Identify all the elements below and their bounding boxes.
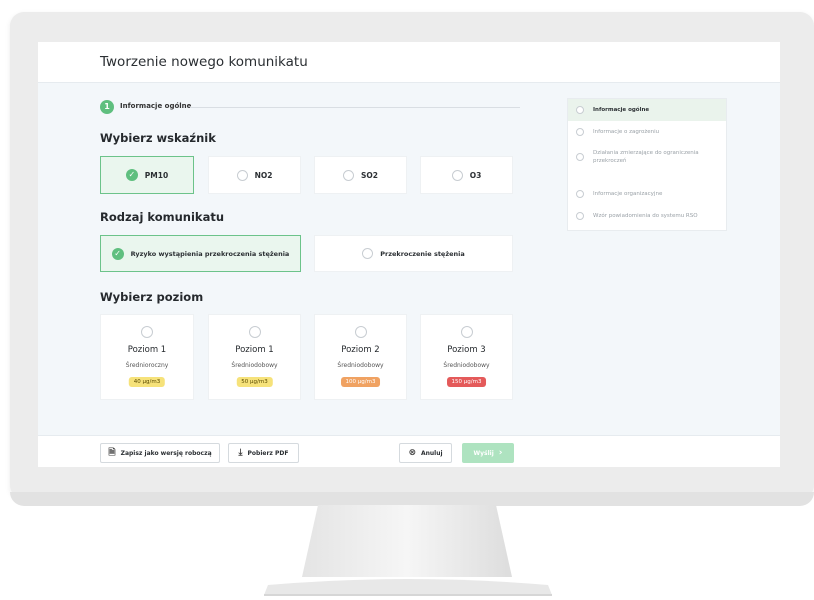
sidebar-item-label: Informacje ogólne <box>593 107 650 113</box>
cancel-button[interactable]: ⊗ Anuluj <box>399 443 452 463</box>
level-threshold-badge: 150 µg/m3 <box>446 377 487 387</box>
sidebar-item-label: Wzór powiadomienia do systemu RSO <box>593 213 698 219</box>
step-indicator: 1 Informacje ogólne <box>100 100 520 114</box>
check-icon: ✓ <box>125 169 138 181</box>
message-type-section-title: Rodzaj komunikatu <box>100 210 225 224</box>
level-option-3-daily[interactable]: Poziom 3 Średniodobowy 150 µg/m3 <box>420 314 513 400</box>
level-name: Poziom 2 <box>341 345 380 355</box>
indicator-option-pm10[interactable]: ✓ PM10 <box>100 156 194 194</box>
step-divider <box>190 107 520 108</box>
close-circle-icon: ⊗ <box>408 447 416 458</box>
radio-icon <box>576 106 584 114</box>
level-threshold-badge: 50 µg/m3 <box>236 377 273 387</box>
radio-icon <box>236 169 248 181</box>
level-section-title: Wybierz poziom <box>100 290 204 304</box>
message-type-option-label: Ryzyko wystąpienia przekroczenia stężeni… <box>130 249 290 258</box>
radio-icon <box>248 326 261 338</box>
level-threshold-badge: 40 µg/m3 <box>128 377 166 387</box>
level-name: Poziom 1 <box>127 345 167 355</box>
send-button[interactable]: Wyślij › <box>462 443 514 463</box>
sidebar-item-label: Działania zmierzające do ograniczenia pr… <box>593 150 699 164</box>
download-icon: ⤓ <box>238 447 243 458</box>
send-label: Wyślij <box>473 449 494 457</box>
radio-icon <box>362 248 374 259</box>
download-pdf-label: Pobierz PDF <box>247 449 289 457</box>
radio-icon <box>576 212 584 220</box>
level-period: Średniodobowy <box>337 362 384 369</box>
message-type-option-risk[interactable]: ✓ Ryzyko wystąpienia przekroczenia stęże… <box>100 235 301 272</box>
document-icon: 🗎 <box>108 447 116 458</box>
download-pdf-button[interactable]: ⤓ Pobierz PDF <box>228 443 299 463</box>
header: Tworzenie nowego komunikatu <box>38 42 780 83</box>
radio-icon <box>451 169 463 181</box>
footer-actions: 🗎 Zapisz jako wersję roboczą ⤓ Pobierz P… <box>38 435 780 467</box>
indicator-option-so2[interactable]: SO2 <box>314 156 407 194</box>
indicator-option-label: SO2 <box>361 170 378 180</box>
step-label: Informacje ogólne <box>120 102 192 110</box>
indicator-option-no2[interactable]: NO2 <box>208 156 301 194</box>
radio-icon <box>354 326 367 338</box>
level-period: Średnioroczny <box>125 362 169 369</box>
level-option-2-daily[interactable]: Poziom 2 Średniodobowy 100 µg/m3 <box>314 314 407 400</box>
save-draft-label: Zapisz jako wersję roboczą <box>120 449 212 457</box>
level-name: Poziom 3 <box>447 345 486 355</box>
indicator-option-label: NO2 <box>254 170 273 180</box>
cancel-label: Anuluj <box>420 449 443 457</box>
indicator-section-title: Wybierz wskaźnik <box>100 131 216 145</box>
monitor-chin <box>10 492 814 506</box>
steps-sidebar: Informacje ogólne Informacje o zagrożeni… <box>567 98 727 231</box>
sidebar-item-label: Informacje o zagrożeniu <box>593 129 660 135</box>
chevron-right-icon: › <box>498 447 503 458</box>
sidebar-item-label: Informacje organizacyjne <box>593 191 663 197</box>
step-number: 1 <box>100 100 114 114</box>
sidebar-item-threat-info[interactable]: Informacje o zagrożeniu <box>568 121 726 143</box>
level-option-1-annual[interactable]: Poziom 1 Średnioroczny 40 µg/m3 <box>100 314 194 400</box>
level-name: Poziom 1 <box>235 345 274 355</box>
message-type-option-label: Przekroczenie stężenia <box>380 249 465 258</box>
app-screen: Tworzenie nowego komunikatu 1 Informacje… <box>38 42 780 467</box>
radio-icon <box>576 128 584 136</box>
page-title: Tworzenie nowego komunikatu <box>100 54 308 70</box>
sidebar-item-general-info[interactable]: Informacje ogólne <box>568 99 726 121</box>
monitor-stand <box>264 505 552 596</box>
sidebar-item-rso-template[interactable]: Wzór powiadomienia do systemu RSO <box>568 205 726 227</box>
radio-icon <box>576 190 584 198</box>
radio-icon <box>343 169 354 181</box>
level-period: Średniodobowy <box>231 362 278 369</box>
message-type-option-exceedance[interactable]: Przekroczenie stężenia <box>314 235 513 272</box>
radio-icon <box>141 326 153 338</box>
save-draft-button[interactable]: 🗎 Zapisz jako wersję roboczą <box>100 443 220 463</box>
indicator-option-label: O3 <box>469 170 482 180</box>
sidebar-item-organizational-info[interactable]: Informacje organizacyjne <box>568 183 726 205</box>
indicator-option-o3[interactable]: O3 <box>420 156 513 194</box>
sidebar-item-mitigation-actions[interactable]: Działania zmierzające do ograniczenia pr… <box>568 149 726 179</box>
level-period: Średniodobowy <box>443 362 490 369</box>
radio-icon <box>460 326 473 338</box>
radio-icon <box>576 153 584 161</box>
level-threshold-badge: 100 µg/m3 <box>340 377 381 387</box>
check-icon: ✓ <box>111 247 124 260</box>
indicator-option-label: PM10 <box>144 170 169 180</box>
level-option-1-daily[interactable]: Poziom 1 Średniodobowy 50 µg/m3 <box>208 314 301 400</box>
